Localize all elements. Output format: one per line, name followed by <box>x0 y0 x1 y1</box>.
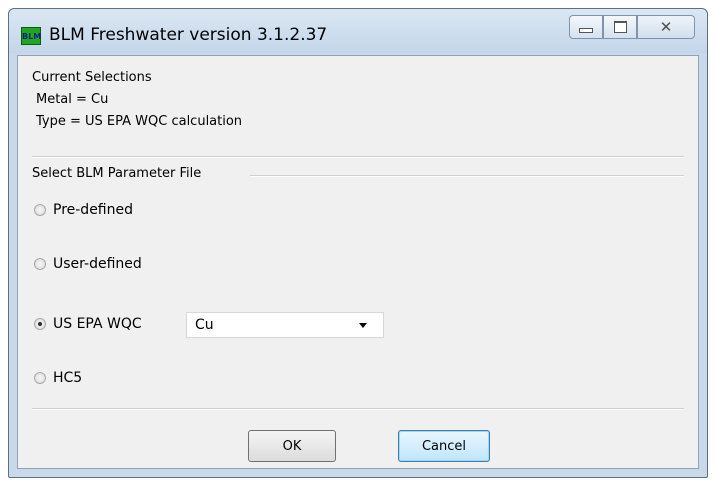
divider <box>32 156 684 158</box>
radio-label: US EPA WQC <box>53 316 142 332</box>
minimize-button[interactable] <box>569 15 603 39</box>
dialog-window: BLM BLM Freshwater version 3.1.2.37 ✕ Cu… <box>8 8 708 478</box>
current-metal-text: Metal = Cu <box>36 92 109 107</box>
wqc-metal-dropdown[interactable]: Cu <box>186 312 384 338</box>
ok-button[interactable]: OK <box>248 430 336 462</box>
app-icon: BLM <box>21 27 41 45</box>
current-selections-heading: Current Selections <box>32 70 152 85</box>
divider <box>32 408 684 410</box>
close-button[interactable]: ✕ <box>637 15 695 39</box>
radio-hc5[interactable]: HC5 <box>34 370 82 386</box>
minimize-icon <box>579 27 593 33</box>
dropdown-value: Cu <box>195 317 214 333</box>
dialog-content: Current Selections Metal = Cu Type = US … <box>17 55 699 469</box>
radio-button[interactable] <box>34 258 46 270</box>
window-controls: ✕ <box>569 15 695 39</box>
radio-user-defined[interactable]: User-defined <box>34 256 142 272</box>
chevron-down-icon[interactable] <box>359 322 367 328</box>
radio-button[interactable] <box>34 204 46 216</box>
title-bar[interactable]: BLM BLM Freshwater version 3.1.2.37 ✕ <box>9 9 707 53</box>
window-title: BLM Freshwater version 3.1.2.37 <box>49 25 328 45</box>
maximize-icon <box>613 21 627 33</box>
group-line <box>250 175 684 177</box>
parameter-file-heading: Select BLM Parameter File <box>32 166 202 181</box>
maximize-button[interactable] <box>603 15 637 39</box>
radio-button-selected[interactable] <box>34 318 46 330</box>
radio-label: HC5 <box>53 370 83 386</box>
cancel-button[interactable]: Cancel <box>398 430 490 462</box>
radio-label: Pre-defined <box>53 202 134 218</box>
radio-button[interactable] <box>34 372 46 384</box>
radio-label: User-defined <box>53 256 142 272</box>
close-icon: ✕ <box>659 18 673 36</box>
radio-us-epa-wqc[interactable]: US EPA WQC <box>34 316 142 332</box>
current-type-text: Type = US EPA WQC calculation <box>36 114 243 129</box>
radio-pre-defined[interactable]: Pre-defined <box>34 202 133 218</box>
